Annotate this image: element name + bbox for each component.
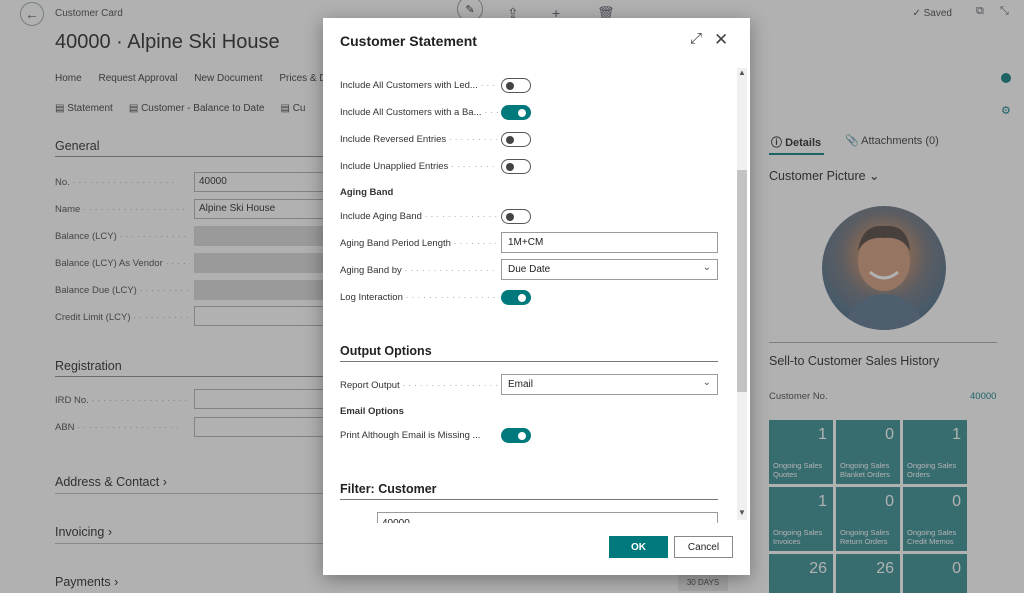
include-all-balance-label: Include All Customers with a Ba...	[340, 107, 482, 118]
aging-band-by-label: Aging Band by	[340, 265, 402, 276]
close-icon[interactable]: ✕	[714, 30, 728, 50]
filter-customer-heading[interactable]: Filter: Customer	[340, 482, 437, 496]
customer-statement-dialog: Customer Statement ⤢ ✕ Include All Custo…	[323, 18, 750, 575]
filter-row-clip: 40000	[340, 511, 718, 523]
report-output-value: Email	[508, 379, 534, 390]
print-missing-email-toggle[interactable]	[501, 428, 531, 443]
chevron-down-icon: ⌄	[702, 262, 711, 273]
option-label: Aging Band by · · · · · · · · · · · · · …	[340, 265, 498, 276]
option-label: Log Interaction · · · · · · · · · · · · …	[340, 292, 498, 303]
include-reversed-label: Include Reversed Entries	[340, 134, 447, 145]
divider	[340, 499, 718, 500]
option-label: Include All Customers with a Ba... · · ·…	[340, 107, 498, 118]
option-label: Include All Customers with Led... · · · …	[340, 80, 498, 91]
include-aging-band-toggle[interactable]	[501, 209, 531, 224]
option-label: Include Aging Band · · · · · · · · · · ·…	[340, 211, 498, 222]
print-missing-email-label: Print Although Email is Missing ...	[340, 430, 481, 441]
log-interaction-toggle[interactable]	[501, 290, 531, 305]
chevron-down-icon: ⌄	[702, 377, 711, 388]
include-reversed-toggle[interactable]	[501, 132, 531, 147]
output-options-heading[interactable]: Output Options	[340, 344, 432, 358]
ok-button[interactable]: OK	[609, 536, 668, 558]
expand-icon[interactable]: ⤢	[690, 30, 702, 47]
filter-customer-input[interactable]: 40000	[377, 512, 718, 523]
dialog-title: Customer Statement	[340, 33, 477, 49]
include-unapplied-label: Include Unapplied Entries	[340, 161, 449, 172]
scroll-down-icon[interactable]: ▼	[737, 508, 747, 517]
aging-band-by-select[interactable]: Due Date ⌄	[501, 259, 718, 280]
cancel-button[interactable]: Cancel	[674, 536, 733, 558]
log-interaction-label: Log Interaction	[340, 292, 403, 303]
option-label: Include Unapplied Entries · · · · · · · …	[340, 161, 498, 172]
scrollbar-thumb[interactable]	[737, 170, 747, 392]
include-all-balance-toggle[interactable]	[501, 105, 531, 120]
aging-period-length-label: Aging Band Period Length	[340, 238, 451, 249]
email-options-heading: Email Options	[340, 406, 404, 417]
option-label: Include Reversed Entries · · · · · · · ·…	[340, 134, 498, 145]
scroll-up-icon[interactable]: ▲	[737, 68, 747, 77]
divider	[340, 361, 718, 362]
include-unapplied-toggle[interactable]	[501, 159, 531, 174]
aging-band-heading: Aging Band	[340, 187, 394, 198]
option-label: Report Output · · · · · · · · · · · · · …	[340, 380, 498, 391]
report-output-label: Report Output	[340, 380, 400, 391]
aging-band-by-value: Due Date	[508, 264, 551, 275]
aging-period-length-input[interactable]: 1M+CM	[501, 232, 718, 253]
option-label: Print Although Email is Missing ...	[340, 430, 498, 441]
include-all-ledger-toggle[interactable]	[501, 78, 531, 93]
include-aging-band-label: Include Aging Band	[340, 211, 422, 222]
option-label: Aging Band Period Length · · · · · · · ·…	[340, 238, 498, 249]
report-output-select[interactable]: Email ⌄	[501, 374, 718, 395]
include-all-ledger-label: Include All Customers with Led...	[340, 80, 478, 91]
